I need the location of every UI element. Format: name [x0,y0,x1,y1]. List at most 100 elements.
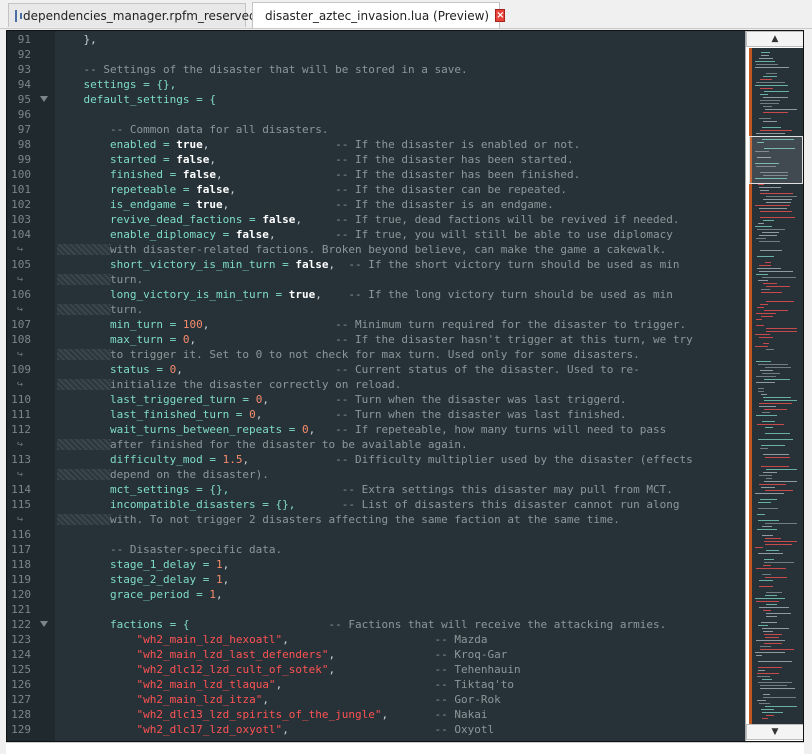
code-text: -- Disaster-specific data. [57,542,282,557]
minimap-stroke [763,97,788,98]
minimap-stroke [758,223,764,224]
code-line: 107 min_turn = 100, -- Minimum turn requ… [7,317,745,332]
minimap-stroke [766,550,779,551]
vertical-scrollbar[interactable]: ▲ ▼ [745,31,803,741]
code-line: ↪ turn. [7,302,745,317]
code-token: long_victory_is_min_turn = [57,288,289,301]
code-token: , [222,558,230,571]
minimap-stroke [763,121,777,122]
minimap-stroke [756,274,768,275]
minimap-stroke [763,565,771,566]
minimap-stroke [765,523,797,524]
minimap-stroke [758,502,771,503]
code-line: 124 "wh2_main_lzd_last_defenders", -- Kr… [7,647,745,662]
horizontal-scrollbar[interactable] [6,742,804,754]
code-token: after finished for the disaster to be av… [57,438,468,451]
line-number: 123 [11,633,31,646]
code-token: turn. [57,273,144,286]
wrap-arrow-icon: ↪ [17,469,24,480]
minimap-stroke [755,205,790,206]
minimap-stroke [756,568,786,569]
code-line: ↪ after finished for the disaster to be … [7,437,745,452]
fold-toggle-icon[interactable] [40,621,48,627]
line-number: 122 [11,618,31,631]
code-token: is_endgame = [57,198,197,211]
code-token: , [222,573,230,586]
close-tab-icon[interactable]: × [495,9,506,22]
minimap-stroke [759,484,786,485]
code-editor[interactable]: 91 }, 92 93 -- Settings of the disaster th… [6,30,804,742]
code-line: 123 "wh2_main_lzd_hexoatl", -- Mazda [7,632,745,647]
code-token: false [196,183,230,196]
tab-dependencies-manager[interactable]: dependencies_manager.rpfm_reserved × [8,3,274,27]
code-token: 0 [302,423,309,436]
code-line: 112 wait_turns_between_repeats = 0, -- I… [7,422,745,437]
minimap-stroke [758,682,792,683]
minimap-stroke [763,610,771,611]
code-line: 97 -- Common data for all disasters. [7,122,745,137]
minimap-stroke [756,382,775,383]
wrap-arrow-icon: ↪ [17,514,24,525]
scroll-down-button[interactable]: ▼ [746,724,803,740]
code-token: finished = [57,168,183,181]
tab-disaster-aztec-invasion[interactable]: disaster_aztec_invasion.lua (Preview) × [252,2,506,28]
code-token: -- If the long victory turn should be us… [321,288,673,301]
line-number: 100 [11,168,31,181]
code-token: , [268,228,276,241]
scroll-up-button[interactable]: ▲ [746,31,803,47]
code-line: 125 "wh2_dlc12_lzd_cult_of_sotek", -- Te… [7,662,745,677]
minimap-stroke [758,508,778,509]
tab-label: dependencies_manager.rpfm_reserved [23,8,257,23]
code-line: 126 "wh2_main_lzd_tlaqua", -- Tiktaq'to [7,677,745,692]
minimap-stroke [762,127,781,128]
minimap-stroke [758,184,764,185]
code-token: "wh2_dlc12_lzd_cult_of_sotek" [136,663,329,676]
line-number: 111 [11,408,31,421]
code-text: is_endgame = true, -- If the disaster is… [57,197,554,212]
code-line: 127 "wh2_main_lzd_itza", -- Gor-Rok [7,692,745,707]
minimap-stroke [765,595,777,596]
code-area[interactable]: 91 }, 92 93 -- Settings of the disaster th… [7,31,745,741]
fold-toggle-icon[interactable] [40,96,48,102]
minimap-stroke [761,487,775,488]
code-token: -- List of disasters this disaster canno… [295,498,680,511]
minimap-stroke [765,577,787,578]
minimap-stroke [759,208,787,209]
minimap[interactable] [749,48,803,724]
code-token: , [262,693,269,706]
minimap-stroke [765,433,790,434]
line-number: 105 [11,258,31,271]
minimap-stroke [760,190,769,191]
line-number: 120 [11,588,31,601]
code-token: -- Difficulty multiplier used by the dis… [249,453,693,466]
minimap-viewport[interactable] [749,136,803,184]
code-token: stage_1_delay = [57,558,216,571]
minimap-stroke [760,79,772,80]
minimap-stroke [759,475,772,476]
minimap-stroke [755,598,785,599]
minimap-stroke [766,202,791,203]
code-line: 129 "wh2_dlc17_lzd_oxyotl", -- Oxyotl [7,722,745,737]
line-number: 92 [17,48,31,61]
code-line: 102 is_endgame = true, -- If the disaste… [7,197,745,212]
wrap-arrow-icon: ↪ [17,349,24,360]
minimap-stroke [762,232,779,233]
code-line: 105 short_victory_is_min_turn = false, -… [7,257,745,272]
line-number: 104 [11,228,31,241]
code-token: max_turn = [57,333,183,346]
code-token: 1 [215,558,223,571]
code-token: wait_turns_between_repeats = [57,423,303,436]
minimap-stroke [765,490,793,491]
code-token: factions = { [57,618,190,631]
code-text: wait_turns_between_repeats = 0, -- If re… [57,422,666,437]
line-number: 106 [11,288,31,301]
minimap-stroke [760,649,794,650]
minimap-stroke [758,280,768,281]
code-token: -- If the disaster can be repeated. [235,183,567,196]
minimap-stroke [766,592,782,593]
code-token: last_triggered_turn = [57,393,256,406]
minimap-stroke [761,289,770,290]
